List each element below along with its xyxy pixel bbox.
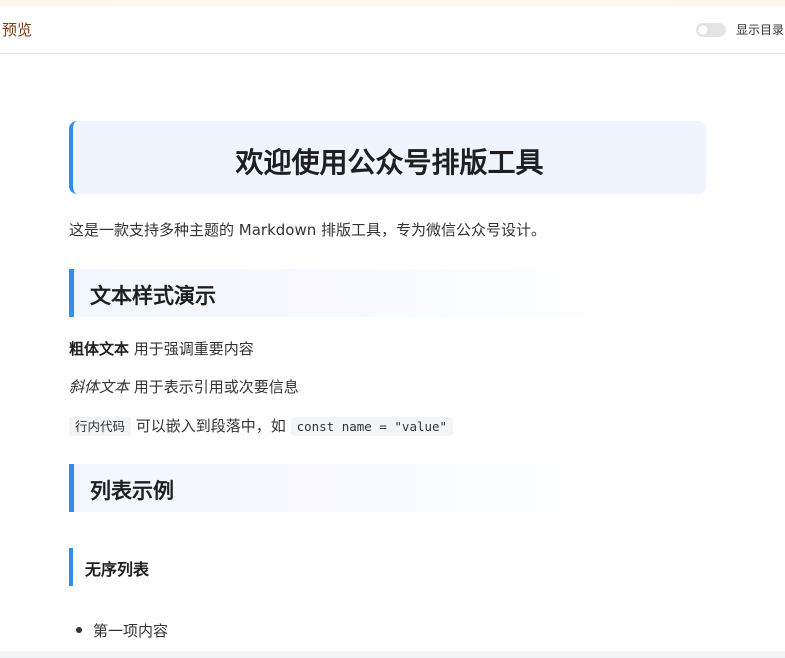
article-title: 欢迎使用公众号排版工具 — [235, 146, 544, 179]
bottom-strip — [0, 651, 785, 658]
italic-description: 用于表示引用或次要信息 — [129, 378, 299, 396]
italic-paragraph: 斜体文本 用于表示引用或次要信息 — [69, 376, 299, 397]
inline-code: 行内代码 — [69, 417, 132, 436]
bold-text: 粗体文本 — [69, 340, 130, 358]
intro-paragraph: 这是一款支持多种主题的 Markdown 排版工具，专为微信公众号设计。 — [69, 221, 546, 239]
section-heading-list-examples: 列表示例 — [69, 464, 606, 512]
code-description: 可以嵌入到段落中，如 — [131, 417, 291, 435]
bold-description: 用于强调重要内容 — [129, 340, 254, 358]
toc-toggle-label[interactable]: 显示目录 — [736, 21, 784, 38]
subheading-text: 无序列表 — [85, 560, 150, 579]
section-heading-text: 列表示例 — [90, 479, 174, 503]
italic-text: 斜体文本 — [69, 378, 130, 396]
section-heading-text: 文本样式演示 — [90, 284, 216, 308]
article-title-block: 欢迎使用公众号排版工具 — [69, 121, 706, 194]
inline-code-sample: const name = "value" — [290, 417, 454, 436]
bold-paragraph: 粗体文本 用于强调重要内容 — [69, 338, 254, 359]
toggle-knob — [698, 25, 708, 35]
preview-content: 欢迎使用公众号排版工具 这是一款支持多种主题的 Markdown 排版工具，专为… — [0, 55, 785, 651]
list-bullet — [76, 627, 82, 633]
code-paragraph: 行内代码 可以嵌入到段落中，如 const name = "value" — [69, 415, 454, 436]
preview-header: 预览 显示目录 — [0, 6, 785, 54]
section-heading-text-styles: 文本样式演示 — [69, 269, 606, 317]
subheading-unordered-list: 无序列表 — [69, 548, 189, 586]
list-item: 第一项内容 — [93, 622, 169, 640]
preview-title: 预览 — [2, 21, 33, 39]
toc-toggle-switch[interactable] — [696, 23, 726, 37]
